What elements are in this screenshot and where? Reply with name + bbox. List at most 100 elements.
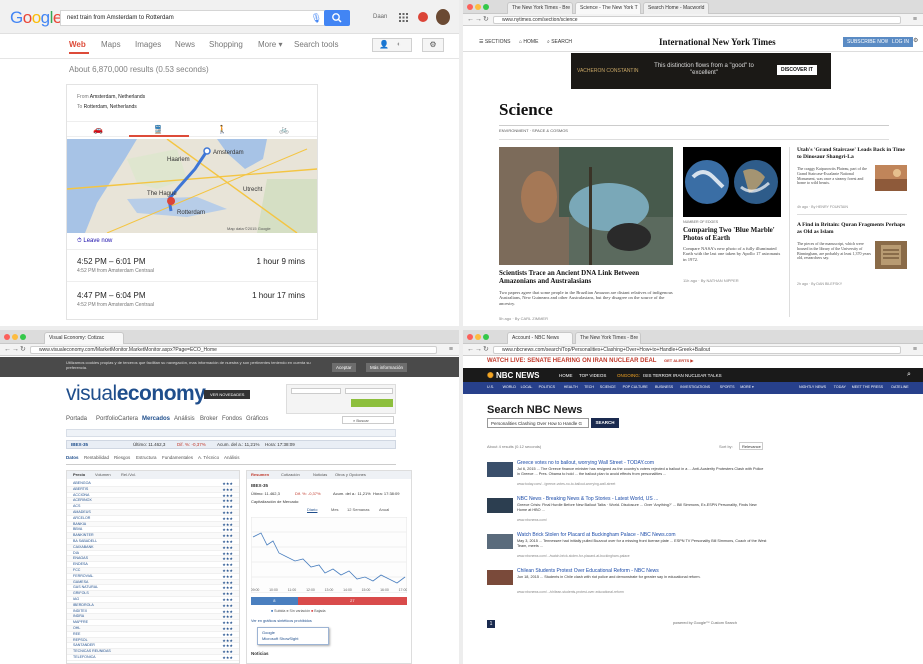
more-info-button[interactable]: Más información xyxy=(366,363,408,372)
result-thumbnail[interactable] xyxy=(487,498,513,513)
apps-grid-icon[interactable] xyxy=(399,13,408,22)
trip-time[interactable]: 4:52 PM – 6:01 PM xyxy=(77,257,145,266)
forward-icon[interactable]: → xyxy=(475,346,482,354)
back-icon[interactable]: ← xyxy=(467,346,474,354)
right-story-1-headline[interactable]: Utah's 'Grand Staircase' Leads Back in T… xyxy=(797,147,907,160)
nbc-logo[interactable]: ✺ NBC NEWS xyxy=(487,371,540,380)
tab-riesgos[interactable]: Riesgos xyxy=(114,455,130,460)
safe-search-toggle[interactable]: 👤 ◐ xyxy=(372,38,412,52)
register-button[interactable] xyxy=(351,399,393,407)
google-logo[interactable]: Google xyxy=(10,9,62,27)
url-field[interactable]: www.nytimes.com/section/science xyxy=(493,16,901,24)
menu-item[interactable]: Cartera xyxy=(118,416,138,423)
section-link[interactable]: MORE ▾ xyxy=(740,385,754,389)
search-input[interactable]: Personalities Clashing Over How to Handl… xyxy=(487,418,589,428)
breaking-alert[interactable]: WATCH LIVE: SENATE HEARING ON IRAN NUCLE… xyxy=(487,358,693,364)
nav-home[interactable]: HOME xyxy=(559,373,573,378)
period-12-semanas[interactable]: 12 Semanas xyxy=(347,507,369,512)
news-badge[interactable]: VER NOVEDADES xyxy=(204,390,251,399)
url-field[interactable]: www.visualeconomy.com/MarketMonitor.Mark… xyxy=(30,346,437,354)
back-icon[interactable]: ← xyxy=(4,346,11,354)
result-thumbnail[interactable] xyxy=(487,534,513,549)
search-input[interactable]: next train from Amsterdam to Rotterdam 🎙 xyxy=(60,10,328,26)
menu-item[interactable]: Gráficos xyxy=(246,416,268,423)
earth-photos-image[interactable] xyxy=(683,147,781,217)
show-link[interactable]: NIGHTLY NEWS xyxy=(799,385,826,389)
right-story-2-headline[interactable]: A Find in Britain: Quran Fragments Perha… xyxy=(797,222,907,235)
result-thumbnail[interactable] xyxy=(487,570,513,585)
menu-item[interactable]: Broker xyxy=(200,416,218,423)
nav-iran-talks[interactable]: IRAN NUCLEAR TALKS xyxy=(673,373,722,378)
show-link[interactable]: MEET THE PRESS xyxy=(852,385,883,389)
section-link[interactable]: POP CULTURE xyxy=(623,385,648,389)
tab-resumen[interactable]: Resumen xyxy=(251,472,269,477)
nyt-masthead[interactable]: International New York Times xyxy=(659,37,776,47)
leave-now-link[interactable]: ⏱ Leave now xyxy=(77,238,112,245)
tab-noticias[interactable]: Noticias xyxy=(313,472,327,477)
menu-item[interactable]: Análisis xyxy=(174,416,195,423)
trip-time[interactable]: 4:47 PM – 6:04 PM xyxy=(77,291,145,300)
menu-icon[interactable]: ≡ xyxy=(449,346,453,354)
section-link[interactable]: SCIENCE xyxy=(600,385,616,389)
subtab-volumen[interactable]: Volumen xyxy=(95,472,111,477)
sections-button[interactable]: ☰ SECTIONS xyxy=(479,39,510,45)
section-link[interactable]: BUSINESS xyxy=(655,385,673,389)
right-story-2-image[interactable] xyxy=(875,241,907,269)
subscribe-button[interactable]: SUBSCRIBE NOW xyxy=(843,37,894,47)
show-link[interactable]: DATELINE xyxy=(891,385,908,389)
section-link[interactable]: POLITICS xyxy=(539,385,555,389)
period-anual[interactable]: Anual xyxy=(379,507,389,512)
section-link[interactable]: SPORTS xyxy=(720,385,735,389)
walk-icon[interactable]: 🚶 xyxy=(217,125,227,134)
result-title[interactable]: Chilean Students Protest Over Educationa… xyxy=(517,568,767,574)
nav-top-videos[interactable]: TOP VIDEOS xyxy=(579,373,606,378)
browser-tab[interactable]: The New York Times - Bre xyxy=(507,2,573,14)
main-headline[interactable]: Scientists Trace an Ancient DNA Link Bet… xyxy=(499,269,673,285)
result-title[interactable]: Watch Brick Stolen for Placard at Buckin… xyxy=(517,532,767,538)
right-story-1-image[interactable] xyxy=(875,165,907,191)
browser-tab[interactable]: Search Home - Macworld xyxy=(643,2,709,14)
section-link[interactable]: INVESTIGATIONS xyxy=(680,385,710,389)
browser-tab-active[interactable]: Science - The New York T xyxy=(575,2,641,14)
back-icon[interactable]: ← xyxy=(467,16,474,24)
sort-dropdown[interactable]: Relevance xyxy=(739,442,763,450)
tab-cotizacion[interactable]: Cotización xyxy=(281,472,300,477)
main-story-image[interactable] xyxy=(499,147,673,265)
car-icon[interactable]: 🚗 xyxy=(93,125,103,134)
menu-icon[interactable]: ≡ xyxy=(913,16,917,24)
result-title[interactable]: NBC News - Breaking News & Top Stories -… xyxy=(517,496,767,502)
settings-gear-icon[interactable]: ⚙ xyxy=(913,38,918,45)
browser-tab[interactable]: The New York Times - Bre xyxy=(575,332,641,344)
tab-fundamentales[interactable]: Fundamentales xyxy=(162,455,193,460)
intraday-chart[interactable]: 09:00 10:00 11:00 12:00 13:00 14:00 15:00 16:00… xyxy=(251,517,407,593)
menu-item[interactable]: Fondos xyxy=(222,416,242,423)
password-input[interactable] xyxy=(345,388,393,394)
tab-estructura[interactable]: Estructura xyxy=(136,455,157,460)
reload-icon[interactable]: ↻ xyxy=(483,16,489,24)
tab-maps[interactable]: Maps xyxy=(101,40,121,49)
notifications-icon[interactable] xyxy=(418,12,428,22)
section-link[interactable]: U.S. xyxy=(487,385,494,389)
avatar[interactable] xyxy=(436,9,450,25)
home-button[interactable]: ⌂ HOME xyxy=(519,39,538,45)
tab-search-tools[interactable]: Search tools xyxy=(294,40,338,49)
user-name[interactable]: Daan xyxy=(373,14,387,20)
tab-datos[interactable]: Datos xyxy=(66,455,79,460)
user-input[interactable] xyxy=(291,388,341,394)
tab-images[interactable]: Images xyxy=(135,40,161,49)
page-number-button[interactable]: 1 xyxy=(487,620,495,628)
forward-icon[interactable]: → xyxy=(475,16,482,24)
tab-analisis[interactable]: Análisis xyxy=(224,455,240,460)
browser-tab-active[interactable]: Account - NBC News xyxy=(507,332,573,344)
tab-more[interactable]: More ▾ xyxy=(258,40,282,49)
menu-item[interactable]: Portfolio xyxy=(96,416,118,423)
tab-rentabilidad[interactable]: Rentabilidad xyxy=(84,455,109,460)
period-mes[interactable]: Mes xyxy=(331,507,339,512)
section-link[interactable]: HEALTH xyxy=(564,385,578,389)
search-button[interactable]: SEARCH xyxy=(591,418,619,428)
login-button[interactable]: LOG IN xyxy=(888,37,913,47)
section-link[interactable]: LOCAL xyxy=(521,385,533,389)
mid-headline[interactable]: Comparing Two 'Blue Marble' Photos of Ea… xyxy=(683,226,781,242)
settings-gear-icon[interactable]: ⚙ xyxy=(422,38,444,52)
reload-icon[interactable]: ↻ xyxy=(483,346,489,354)
